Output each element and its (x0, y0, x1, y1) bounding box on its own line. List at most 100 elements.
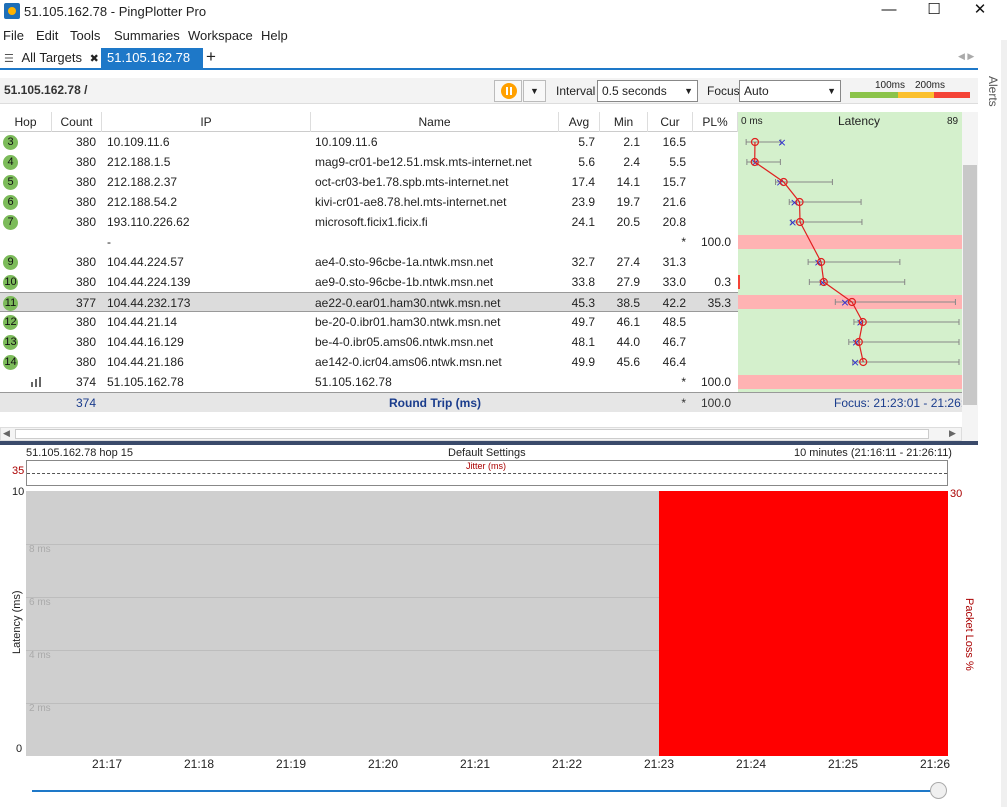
pause-dropdown-button[interactable]: ▼ (523, 80, 546, 102)
cell-pl (693, 332, 731, 352)
menu-file[interactable]: File (3, 28, 24, 43)
alerts-panel-tab[interactable]: Alerts (978, 76, 1000, 116)
cell-cur: 31.3 (662, 255, 686, 269)
cell-name: ae22-0.ear01.ham30.ntwk.msn.net (315, 296, 501, 310)
close-button[interactable]: ✕ (957, 0, 1003, 22)
cell-cur: 33.0 (662, 275, 686, 289)
minimize-button[interactable]: — (866, 0, 912, 22)
tab-target-label: 51.105.162.78 (107, 50, 191, 65)
y-max-label: 10 (12, 486, 25, 498)
scroll-left-icon[interactable]: ◀ (3, 428, 10, 439)
cell-min: 2.4 (623, 155, 640, 169)
horizontal-scrollbar[interactable]: ◀ ▶ (0, 427, 962, 441)
x-tick-label: 21:17 (92, 757, 123, 771)
cell-avg (559, 372, 595, 392)
graph-hop-label: 51.105.162.78 hop 15 (26, 447, 134, 459)
focus-select[interactable]: Auto ▼ (739, 80, 841, 102)
hop-badge: 7 (3, 215, 18, 230)
cell-name: ae4-0.sto-96cbe-1a.ntwk.msn.net (315, 255, 494, 269)
interval-select[interactable]: 0.5 seconds ▼ (597, 80, 698, 102)
cell-pl: 100.0 (700, 375, 731, 389)
scroll-right-icon[interactable]: ▶ (949, 428, 956, 439)
tab-all-targets[interactable]: ☰ All Targets ✖ (0, 48, 100, 68)
cell-ip: 104.44.16.129 (107, 335, 184, 349)
cell-min: 27.9 (616, 275, 640, 289)
add-tab-button[interactable]: + (206, 47, 216, 67)
tab-target[interactable]: 51.105.162.78 ✔ (101, 48, 203, 85)
menu-summaries[interactable]: Summaries (114, 28, 180, 43)
cell-avg: 48.1 (571, 335, 595, 349)
latency-max-label: 89 (947, 116, 959, 127)
window-edge (1001, 40, 1007, 807)
menu-bar: File Edit Tools Summaries Workspace Help (0, 28, 1007, 46)
current-latency-marker: × (788, 216, 797, 229)
cell-pl (693, 172, 731, 192)
loss-bar (738, 235, 962, 249)
tab-scroll-arrows-icon[interactable]: ◀ ▶ (958, 51, 974, 62)
cell-count (52, 232, 96, 252)
chevron-down-icon: ▼ (684, 86, 693, 96)
scale-100-label: 100ms (875, 80, 906, 91)
latency-title: Latency (838, 114, 881, 128)
focus-label: Focus (707, 84, 740, 98)
col-cur[interactable]: Cur (648, 112, 693, 132)
menu-workspace[interactable]: Workspace (188, 28, 253, 43)
cell-ip: 104.44.21.186 (107, 355, 184, 369)
cell-min: 14.1 (616, 175, 640, 189)
menu-edit[interactable]: Edit (36, 28, 58, 43)
x-tick-label: 21:19 (276, 757, 307, 771)
graph-timespan-label[interactable]: 10 minutes (21:16:11 - 21:26:11) (794, 447, 952, 459)
cell-avg: 49.9 (571, 355, 595, 369)
round-trip-summary-row: 374 Round Trip (ms) * 100.0 Focus: 21:23… (0, 392, 962, 412)
close-tab-icon[interactable]: ✖ (90, 53, 99, 65)
cell-name: oct-cr03-be1.78.spb.mts-internet.net (315, 175, 509, 189)
latency-trace-graph: ××××××××××× (738, 132, 962, 392)
cell-ip: 51.105.162.78 (107, 375, 184, 389)
cell-name (315, 232, 555, 252)
packet-loss-region (659, 491, 948, 756)
time-slider-track[interactable] (32, 790, 940, 792)
cell-count: 374 (75, 375, 96, 389)
cell-avg: 5.6 (578, 155, 595, 169)
tab-bar: ☰ All Targets ✖ 51.105.162.78 ✔ + ◀ ▶ (0, 47, 978, 85)
menu-help[interactable]: Help (261, 28, 288, 43)
cell-cur: * (681, 375, 686, 389)
col-ip[interactable]: IP (102, 112, 311, 132)
cell-count: 380 (75, 315, 96, 329)
col-name[interactable]: Name (311, 112, 559, 132)
col-latency[interactable]: 0 ms Latency 89 (738, 112, 962, 132)
grid-label: 6 ms (29, 597, 51, 608)
current-latency-marker: × (790, 196, 799, 209)
x-tick-label: 21:25 (828, 757, 859, 771)
cell-cur: * (681, 235, 686, 249)
col-avg[interactable]: Avg (559, 112, 600, 132)
cell-name: ae142-0.icr04.ams06.ntwk.msn.net (315, 355, 502, 369)
vertical-scroll-thumb[interactable] (963, 165, 977, 405)
cell-avg: 49.7 (571, 315, 595, 329)
hop-badge: 11 (3, 296, 18, 311)
scroll-thumb[interactable] (15, 429, 929, 439)
cell-min (600, 372, 640, 392)
maximize-button[interactable]: ☐ (911, 0, 957, 22)
app-icon (4, 3, 20, 19)
col-count[interactable]: Count (52, 112, 102, 132)
latency-timeline-graph: 8 ms 6 ms 4 ms 2 ms (26, 491, 948, 756)
window-title: 51.105.162.78 - PingPlotter Pro (24, 4, 207, 19)
graph-settings-label[interactable]: Default Settings (448, 447, 526, 459)
cell-count: 380 (75, 335, 96, 349)
cell-ip: 212.188.2.37 (107, 175, 178, 189)
col-pl[interactable]: PL% (693, 112, 738, 132)
col-hop[interactable]: Hop (0, 112, 52, 132)
cell-min: 19.7 (616, 195, 640, 209)
time-slider-thumb[interactable] (930, 782, 947, 799)
jitter-label: Jitter (ms) (466, 461, 506, 471)
scale-200-label: 200ms (915, 80, 946, 91)
menu-tools[interactable]: Tools (70, 28, 100, 43)
hop-badge: 13 (3, 335, 18, 350)
chevron-down-icon: ▼ (827, 86, 836, 96)
current-latency-marker: × (777, 136, 786, 149)
pause-button[interactable] (494, 80, 522, 102)
col-min[interactable]: Min (600, 112, 648, 132)
bar-chart-icon (31, 377, 43, 387)
loss-axis-label: Packet Loss % (963, 598, 975, 671)
